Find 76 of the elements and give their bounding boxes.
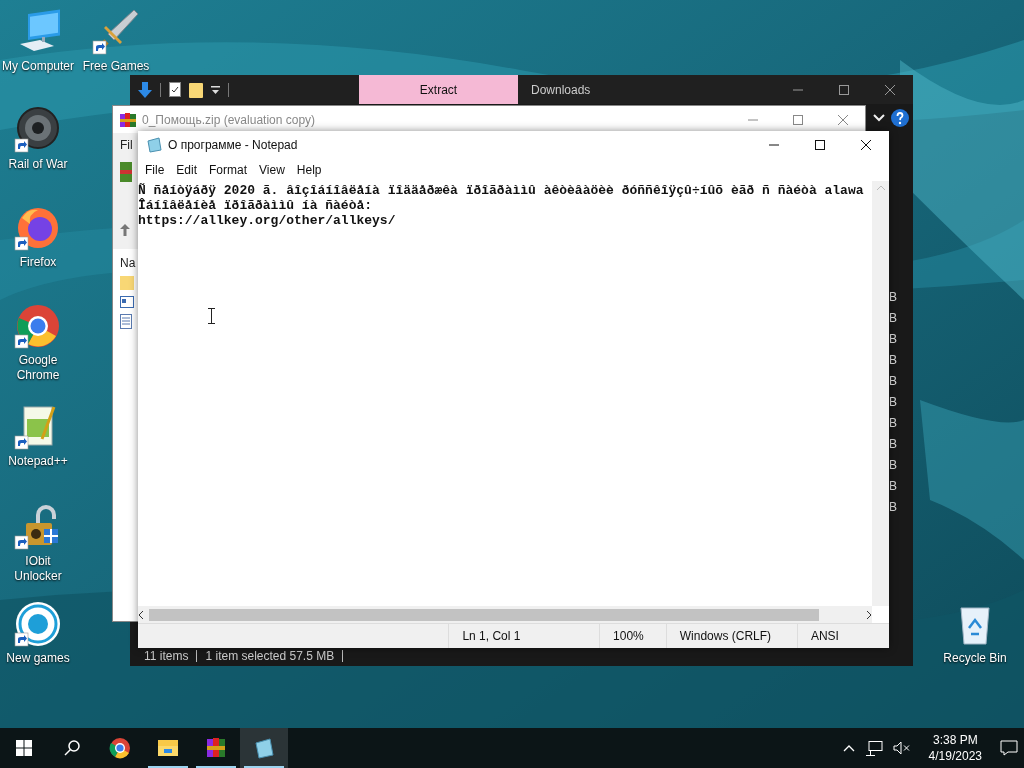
icon-label: Recycle Bin bbox=[943, 651, 1007, 666]
search-icon[interactable] bbox=[64, 740, 80, 756]
table-cell-text: B bbox=[889, 331, 898, 348]
icon-label: Rail of War bbox=[8, 157, 68, 172]
icon-label: Free Games bbox=[82, 59, 150, 74]
notepad-icon bbox=[253, 737, 275, 759]
table-cell-text: B bbox=[889, 394, 898, 411]
document-icon[interactable] bbox=[120, 296, 134, 308]
table-cell-text: B bbox=[889, 415, 898, 432]
table-cell-text: B bbox=[889, 352, 898, 369]
wheel-icon[interactable] bbox=[14, 106, 62, 154]
folder-icon[interactable] bbox=[189, 81, 203, 98]
ribbon-tab[interactable]: Extract bbox=[359, 75, 518, 104]
text-line: Ñ ñåíòÿáðÿ 2020 ã. âîçîáíîâëåíà ïîääåðæêà ïðîãðàììû àêòèâàöèè ðóññêîÿçû÷íûõ èãð ñ ñàéòà alawa bbox=[138, 183, 865, 198]
browser-icon[interactable] bbox=[14, 302, 62, 350]
checklist-icon[interactable] bbox=[169, 82, 181, 97]
table-cell-text: B bbox=[889, 499, 898, 516]
down-arrow-icon[interactable] bbox=[138, 81, 152, 98]
status-text: 1 item selected 57.5 MB bbox=[205, 648, 335, 663]
icon-label: IObit Unlocker bbox=[13, 554, 63, 584]
table-cell-text: B bbox=[889, 373, 898, 390]
windows-logo-icon[interactable] bbox=[16, 740, 32, 756]
scroll-right-icon[interactable] bbox=[867, 610, 872, 619]
volume-muted-icon[interactable] bbox=[892, 741, 911, 755]
browser-icon bbox=[109, 737, 131, 759]
scrollbar-thumb[interactable] bbox=[149, 608, 819, 621]
icon-label: Notepad++ bbox=[8, 454, 68, 469]
icon-label: My Computer bbox=[2, 59, 74, 74]
help-icon[interactable] bbox=[891, 108, 909, 127]
status-text: ANSI bbox=[796, 624, 889, 648]
sword-icon[interactable] bbox=[92, 8, 140, 56]
close-icon[interactable] bbox=[860, 139, 872, 151]
text-file-icon[interactable] bbox=[120, 314, 132, 329]
books-icon[interactable] bbox=[120, 111, 136, 128]
circle-logo-icon[interactable] bbox=[14, 600, 62, 648]
column-header[interactable]: Na bbox=[120, 256, 136, 270]
table-cell-text: B bbox=[889, 436, 898, 453]
maximize-icon[interactable] bbox=[814, 139, 826, 151]
status-text: 100% bbox=[599, 624, 666, 648]
menu-item[interactable]: View bbox=[253, 163, 291, 177]
dropdown-icon[interactable] bbox=[211, 84, 220, 95]
table-cell-text: B bbox=[889, 310, 898, 327]
menu-item[interactable]: Help bbox=[290, 163, 328, 177]
menu-item[interactable]: Fil bbox=[120, 138, 133, 152]
menu-item[interactable]: File bbox=[139, 163, 171, 177]
table-cell-text: B bbox=[889, 478, 898, 495]
text-line: Îáíîâëåíèå ïðîãðàììû íà ñàéòå: bbox=[138, 198, 374, 213]
status-text: Windows (CRLF) bbox=[665, 624, 797, 648]
taskbar-button[interactable] bbox=[240, 728, 288, 768]
menu-item[interactable]: Edit bbox=[170, 163, 204, 177]
status-text: Ln 1, Col 1 bbox=[448, 624, 600, 648]
window-title: 0_Помощь.zip (evaluation copy) bbox=[142, 112, 316, 127]
up-arrow-icon[interactable] bbox=[120, 224, 130, 236]
scroll-left-icon[interactable] bbox=[138, 610, 143, 619]
notepad-icon[interactable] bbox=[146, 137, 162, 153]
icon-label: Firefox bbox=[19, 255, 57, 270]
ribbon-tab[interactable]: Downloads bbox=[518, 75, 681, 104]
close-icon[interactable] bbox=[884, 83, 896, 96]
table-cell-text: B bbox=[889, 457, 898, 474]
network-icon[interactable] bbox=[864, 740, 883, 756]
chevron-down-icon[interactable] bbox=[873, 113, 885, 122]
icon-label: Google Chrome bbox=[15, 353, 61, 383]
folder-icon bbox=[157, 737, 179, 759]
menu-item[interactable]: Format bbox=[203, 163, 254, 177]
clock-date[interactable]: 4/19/2023 bbox=[928, 748, 982, 764]
maximize-icon[interactable] bbox=[838, 83, 850, 96]
chevron-up-icon[interactable] bbox=[842, 744, 855, 752]
text-cursor-icon bbox=[208, 308, 215, 324]
window-title: О программе - Notepad bbox=[168, 138, 298, 152]
status-text: 11 items bbox=[144, 648, 189, 663]
books-icon bbox=[205, 737, 227, 759]
text-line: https://allkey.org/other/allkeys/ bbox=[138, 213, 397, 228]
table-cell-text: B bbox=[889, 289, 898, 306]
notification-icon[interactable] bbox=[1000, 740, 1018, 756]
clock-time[interactable]: 3:38 PM bbox=[932, 732, 978, 748]
icon-label: New games bbox=[6, 651, 70, 666]
